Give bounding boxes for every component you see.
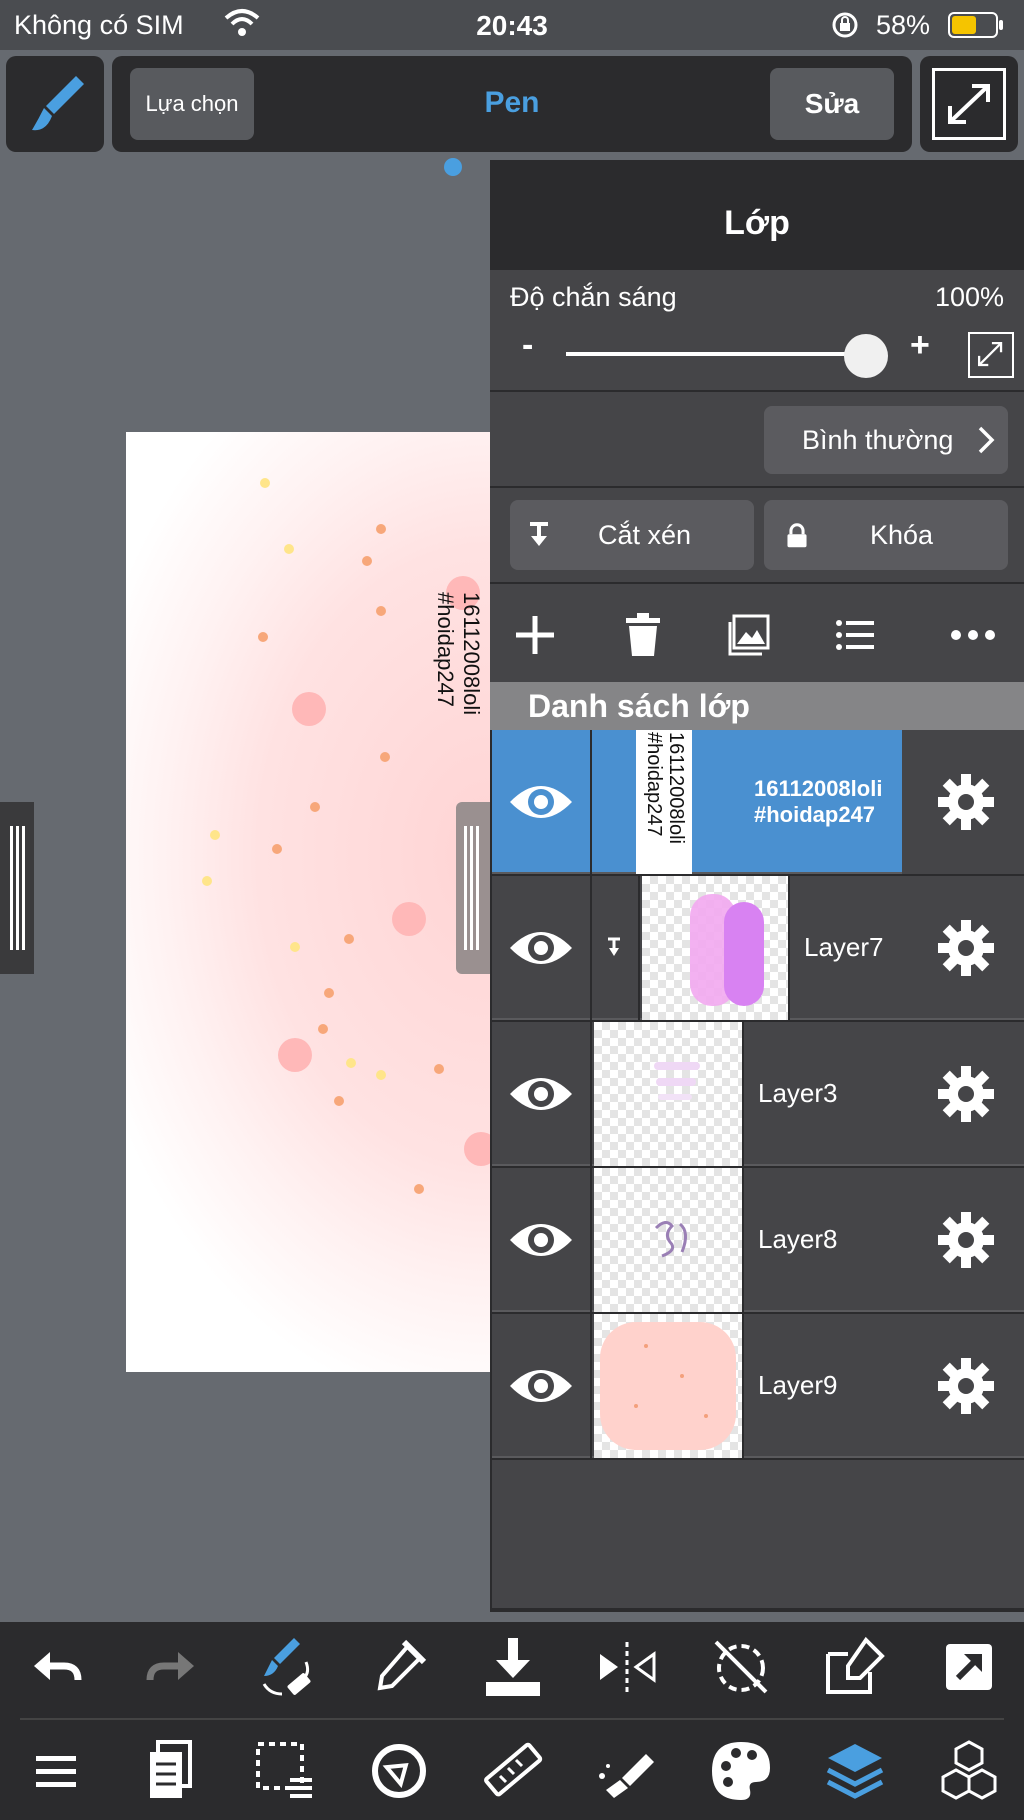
blend-section: Bình thường [490, 392, 1024, 486]
layer-thumbnail [642, 876, 788, 1020]
layer-actions [490, 584, 1024, 688]
list-icon[interactable] [830, 610, 880, 660]
layer-settings-gear-icon[interactable] [936, 1356, 996, 1416]
menu-icon[interactable] [22, 1736, 92, 1806]
layer-name: Layer9 [758, 1370, 838, 1400]
expand-icon [977, 341, 1003, 367]
eyedropper-icon[interactable] [364, 1632, 434, 1702]
brush-eraser-swap-icon[interactable] [250, 1632, 320, 1702]
pages-icon[interactable] [136, 1736, 206, 1806]
bottom-toolbar [0, 1622, 1024, 1820]
layer-name: Layer7 [804, 932, 884, 962]
svg-text:16112008loli: 16112008loli [665, 732, 687, 844]
opacity-value: 100% [934, 282, 1004, 312]
bottom-toolbar-row1 [0, 1622, 1024, 1712]
trash-icon[interactable] [618, 610, 668, 660]
drawing-canvas[interactable]: 16112008loli #hoidap247 [126, 432, 490, 1372]
layer-row-layer8[interactable]: Layer8 [492, 1168, 1024, 1312]
fill-icon[interactable] [592, 1736, 662, 1806]
lock-icon [787, 523, 807, 548]
layer-thumbnail: 16112008loli #hoidap247 [636, 730, 692, 874]
select-button[interactable]: Lựa chọn [130, 68, 254, 140]
layer-name: 16112008loli #hoidap247 [754, 776, 883, 827]
opacity-slider-track[interactable] [566, 352, 866, 356]
layer-panel-title: Lớp [724, 204, 790, 242]
visibility-eye-icon[interactable] [506, 770, 576, 834]
layer-name: Layer8 [758, 1224, 838, 1254]
materials-icon[interactable] [934, 1736, 1004, 1806]
layer-list-title: Danh sách lớp [528, 688, 750, 724]
opacity-decrease-button[interactable]: - [522, 326, 533, 365]
palette-icon[interactable] [706, 1736, 776, 1806]
layer-panel-handle[interactable] [456, 802, 490, 974]
snap-icon[interactable] [364, 1736, 434, 1806]
selection-icon[interactable] [250, 1736, 320, 1806]
bottom-toolbar-row2 [0, 1726, 1024, 1816]
blend-mode-button[interactable]: Bình thường [764, 406, 1008, 474]
flip-icon[interactable] [592, 1632, 662, 1702]
opacity-expand-button[interactable] [968, 332, 1014, 378]
layer-thumbnail [594, 1314, 742, 1458]
layer-name: Layer3 [758, 1078, 838, 1108]
layer-settings-gear-icon[interactable] [936, 918, 996, 978]
fullscreen-icon [948, 84, 990, 124]
battery-icon [948, 12, 1003, 38]
status-bar: Không có SIM 20:43 58% [0, 0, 1024, 50]
fullscreen-button[interactable] [920, 56, 1018, 152]
canvas-text-line1: 16112008loli [459, 592, 484, 715]
edit-button[interactable]: Sửa [770, 68, 894, 140]
clipping-indicator-icon [608, 937, 620, 956]
layer-settings-gear-icon[interactable] [936, 1210, 996, 1270]
layer-settings-gear-icon[interactable] [936, 1064, 996, 1124]
layer-panel: Lớp Độ chắn sáng 100% - + Bình thường Cắ… [490, 160, 1024, 1612]
ruler-icon[interactable] [478, 1736, 548, 1806]
lock-label: Khóa [870, 520, 934, 550]
clip-button[interactable]: Cắt xén [510, 500, 754, 570]
add-layer-icon[interactable] [510, 610, 560, 660]
left-drawer-handle[interactable] [0, 802, 34, 974]
rotation-lock-icon [832, 12, 858, 38]
clip-label: Cắt xén [598, 520, 692, 550]
opacity-label: Độ chắn sáng [510, 282, 677, 312]
visibility-eye-icon[interactable] [506, 1354, 576, 1418]
canvas-text: 16112008loli #hoidap247 [433, 592, 484, 715]
layer-thumbnail [594, 1168, 742, 1312]
transform-edit-icon[interactable] [820, 1632, 890, 1702]
blend-mode-label: Bình thường [802, 424, 954, 455]
svg-text:#hoidap247: #hoidap247 [643, 732, 665, 837]
layer-row-layer9[interactable]: Layer9 [492, 1314, 1024, 1458]
image-icon[interactable] [724, 610, 774, 660]
clock: 20:43 [476, 10, 548, 41]
share-icon[interactable] [934, 1632, 1004, 1702]
battery-percent: 58% [876, 10, 931, 40]
opacity-increase-button[interactable]: + [910, 326, 930, 365]
layer-list-header: Danh sách lớp [490, 682, 1024, 730]
brush-tool-button[interactable] [6, 56, 104, 152]
visibility-eye-icon[interactable] [506, 916, 576, 980]
layer-list-empty-area [492, 1460, 1024, 1608]
undo-icon[interactable] [22, 1632, 92, 1702]
brush-icon [32, 76, 84, 131]
layer-row-text[interactable]: 16112008loli #hoidap247 16112008loli #ho… [492, 730, 1024, 874]
opacity-slider-knob[interactable] [844, 334, 888, 378]
visibility-eye-icon[interactable] [506, 1208, 576, 1272]
layer-thumbnail [594, 1022, 742, 1166]
page-indicator [444, 158, 462, 176]
lock-button[interactable]: Khóa [764, 500, 1008, 570]
redo-icon[interactable] [136, 1632, 206, 1702]
chevron-right-icon [978, 426, 995, 454]
layer-row-layer7[interactable]: Layer7 [492, 876, 1024, 1020]
visibility-eye-icon[interactable] [506, 1062, 576, 1126]
top-toolbar: Lựa chọn Pen Sửa [112, 56, 912, 152]
opacity-section: Độ chắn sáng 100% - + [490, 270, 1024, 390]
canvas-text-line2: #hoidap247 [433, 592, 458, 707]
clip-arrow-icon [530, 522, 548, 546]
rotate-reset-icon[interactable] [706, 1632, 776, 1702]
layers-icon[interactable] [820, 1736, 890, 1806]
layer-settings-gear-icon[interactable] [936, 772, 996, 832]
download-icon[interactable] [478, 1632, 548, 1702]
more-icon[interactable] [948, 610, 998, 660]
layer-row-layer3[interactable]: Layer3 [492, 1022, 1024, 1166]
clip-lock-section: Cắt xén Khóa [490, 488, 1024, 582]
